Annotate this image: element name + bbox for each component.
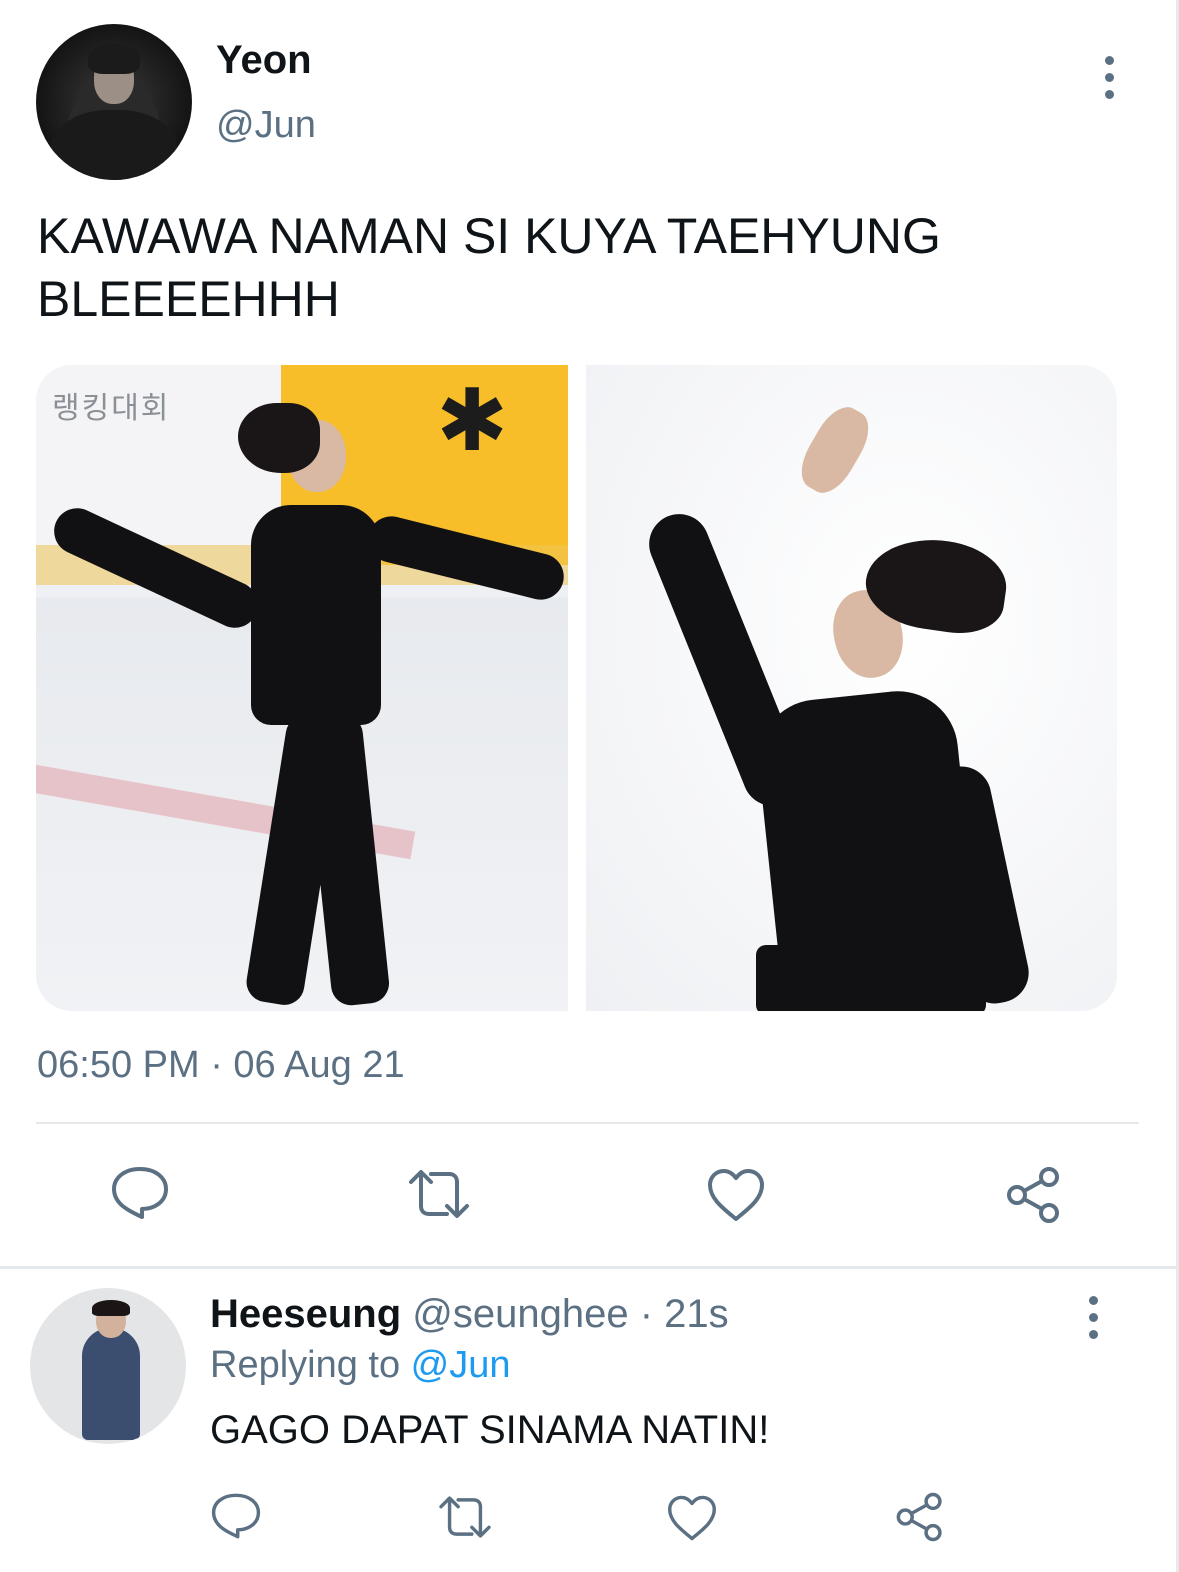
- more-options-icon[interactable]: [1089, 1296, 1098, 1339]
- author-handle[interactable]: @Jun: [216, 104, 316, 147]
- retweet-icon: [409, 1170, 469, 1218]
- reply-author-handle[interactable]: @seunghee: [412, 1292, 628, 1336]
- avatar-hair: [92, 1300, 130, 1316]
- reply-like-button[interactable]: [664, 1492, 720, 1544]
- reply-time: · 21s: [628, 1292, 729, 1336]
- reply-author-avatar[interactable]: [30, 1288, 186, 1444]
- replying-to-label: Replying to: [210, 1344, 411, 1386]
- share-button[interactable]: [1002, 1164, 1066, 1226]
- retweet-button[interactable]: [404, 1164, 474, 1224]
- tweet-text: KAWAWA NAMAN SI KUYA TAEHYUNG BLEEEEHHH: [37, 208, 941, 327]
- reply-reply-button[interactable]: [208, 1490, 264, 1542]
- share-nodes-icon: [1007, 1167, 1059, 1223]
- skater-torso: [251, 505, 381, 725]
- heart-outline-icon: [708, 1169, 764, 1221]
- skater-legs: [756, 945, 986, 1011]
- author-display-name[interactable]: Yeon: [216, 38, 312, 83]
- skater-hand: [791, 399, 879, 501]
- reply-button[interactable]: [108, 1163, 172, 1223]
- reply-header: Heeseung @seunghee · 21s: [210, 1292, 729, 1337]
- more-options-icon[interactable]: [1105, 56, 1114, 99]
- skater-hair: [238, 403, 320, 473]
- tweet-photo-1[interactable]: 랭킹대회 ✱: [36, 365, 568, 1011]
- avatar-hair: [88, 44, 140, 74]
- rink-logo-mark: ✱: [436, 371, 509, 471]
- comment-bubble-icon: [211, 1493, 261, 1539]
- retweet-icon: [439, 1496, 491, 1538]
- heart-outline-icon: [668, 1495, 716, 1541]
- author-avatar[interactable]: [36, 24, 192, 180]
- avatar-body: [82, 1328, 140, 1440]
- like-button[interactable]: [704, 1165, 768, 1225]
- share-nodes-icon: [896, 1492, 942, 1542]
- reply-share-button[interactable]: [892, 1490, 948, 1544]
- tweet-media[interactable]: 랭킹대회 ✱: [36, 365, 1117, 1011]
- replying-to: Replying to @Jun: [210, 1344, 511, 1387]
- divider: [0, 1266, 1176, 1269]
- avatar-jacket: [50, 110, 178, 180]
- tweet-photo-2[interactable]: [586, 365, 1117, 1011]
- reply-author-name[interactable]: Heeseung: [210, 1292, 401, 1336]
- reply-retweet-button[interactable]: [434, 1492, 496, 1542]
- comment-bubble-icon: [112, 1167, 168, 1219]
- replying-to-mention[interactable]: @Jun: [411, 1344, 511, 1386]
- skater-raised-arm: [640, 505, 812, 815]
- tweet-timestamp[interactable]: 06:50 PM · 06 Aug 21: [37, 1044, 405, 1087]
- rink-sign-text: 랭킹대회: [52, 391, 171, 426]
- reply-text: GAGO DAPAT SINAMA NATIN!: [210, 1408, 770, 1452]
- divider: [36, 1122, 1139, 1124]
